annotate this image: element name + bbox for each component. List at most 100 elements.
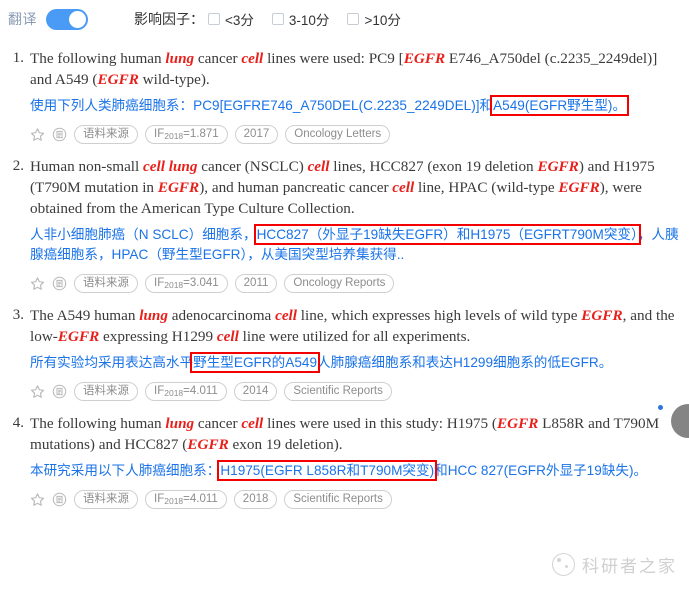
filter-label: >10分 [364,13,401,28]
result-row: 3. The A549 human lung adenocarcinoma cel… [8,305,679,401]
sentence-text: line, which expresses high levels of wil… [297,307,582,324]
source-badge[interactable]: 语料来源 [74,125,138,144]
impact-factor-badge[interactable]: IF2018=4.011 [145,490,227,509]
translation-text: 和HCC 827(EGFR外显子19缺失)。 [434,463,648,478]
sentence-text: cancer [194,415,242,432]
impact-factor-badge[interactable]: IF2018=1.871 [145,125,228,144]
source-badge[interactable]: 语料来源 [74,490,138,509]
if-value: =4.011 [183,493,218,505]
if-prefix: IF [154,493,165,505]
result-index: 3. [12,307,24,323]
star-icon[interactable] [30,492,45,507]
document-icon[interactable] [52,276,67,291]
if-value: =4.011 [183,385,218,397]
badge-row: 语料来源 IF2018=1.871 2017 Oncology Letters [30,125,679,144]
if-value: =3.041 [183,277,219,289]
checkbox-icon[interactable] [347,13,360,25]
keyword-term: EGFR [403,50,446,67]
translation-text: 人肺腺癌细胞系和表达H1299细胞系的低EGFR。 [317,355,613,370]
keyword-term: EGFR [57,328,100,345]
chinese-translation: 本研究采用以下人肺癌细胞系：H1975(EGFR L858R和T790M突变)和… [30,460,679,481]
impact-factor-badge[interactable]: IF2018=4.011 [145,382,227,401]
star-icon[interactable] [30,127,45,142]
document-icon[interactable] [52,127,67,142]
keyword-term: EGFR [157,179,200,196]
if-year: 2018 [164,388,184,398]
toggle-knob [69,10,86,28]
journal-badge[interactable]: Oncology Letters [285,125,391,144]
keyword-term: cell [307,158,330,175]
impact-factor-filters: <3分 3-10分 >10分 [208,9,419,29]
keyword-term: EGFR [97,71,139,88]
translation-text: 所有实验均采用表达高水平 [30,355,194,370]
year-badge[interactable]: 2017 [234,125,279,144]
impact-factor-badge[interactable]: IF2018=3.041 [145,274,228,293]
chinese-translation: 所有实验均采用表达高水平野生型EGFR的A549人肺腺癌细胞系和表达H1299细… [30,352,679,373]
result-row: 4. The following human lung cancer cell l… [8,413,679,509]
star-icon[interactable] [30,384,45,399]
if-year: 2018 [164,131,184,141]
impact-factor-filter-1[interactable]: <3分 [208,9,254,29]
result-index: 4. [12,415,24,431]
impact-factor-filter-3[interactable]: >10分 [347,9,401,29]
result-body: The following human lung cancer cell lin… [30,48,679,144]
filter-label: 3-10分 [288,13,330,28]
badge-row: 语料来源 IF2018=4.011 2014 Scientific Reports [30,382,679,401]
toolbar: 翻译 影响因子： <3分 3-10分 >10分 [0,0,689,38]
impact-factor-filter-2[interactable]: 3-10分 [271,9,330,29]
result-item: 3. The A549 human lung adenocarcinoma cel… [8,295,679,403]
document-icon[interactable] [52,492,67,507]
highlighted-phrase: 野生型EGFR的A549 [190,352,321,373]
document-icon[interactable] [52,384,67,399]
journal-badge[interactable]: Oncology Reports [284,274,395,293]
source-badge[interactable]: 语料来源 [74,274,138,293]
chinese-translation: 使用下列人类肺癌细胞系：PC9[EGFRE746_A750DEL(C.2235_… [30,95,679,116]
keyword-term: EGFR [496,415,539,432]
filter-label: <3分 [225,13,254,28]
if-year: 2018 [164,280,184,290]
journal-badge[interactable]: Scientific Reports [284,490,392,509]
sentence-text: Human non-small [30,158,144,175]
watermark-text: 科研者之家 [582,557,677,576]
impact-factor-label: 影响因子： [134,11,204,27]
source-badge[interactable]: 语料来源 [74,382,138,401]
year-badge[interactable]: 2011 [234,274,278,293]
keyword-term: EGFR [581,307,623,324]
highlighted-phrase: H1975(EGFR L858R和T790M突变) [217,460,438,481]
keyword-term: cell [241,415,264,432]
star-icon[interactable] [30,276,45,291]
journal-badge[interactable]: Scientific Reports [284,382,392,401]
result-index: 1. [12,50,24,66]
checkbox-icon[interactable] [271,13,284,25]
keyword-term: cell lung [143,158,198,175]
keyword-term: cell [241,50,264,67]
translation-text: 人非小细胞肺癌（N SCLC）细胞系， [30,227,257,242]
result-body: The A549 human lung adenocarcinoma cell … [30,305,679,401]
keyword-term: cell [275,307,297,324]
year-badge[interactable]: 2018 [233,490,278,509]
keyword-term: lung [165,415,195,432]
sentence-text: lines were used in this study: H1975 ( [263,415,497,432]
sentence-text: lines, HCC827 (exon 19 deletion [329,158,538,175]
sentence-text: The A549 human [30,307,140,324]
if-year: 2018 [164,496,184,506]
result-index: 2. [12,158,24,174]
result-body: The following human lung cancer cell lin… [30,413,679,509]
year-badge[interactable]: 2014 [233,382,278,401]
english-sentence: The following human lung cancer cell lin… [30,48,679,90]
keyword-term: EGFR [558,179,600,196]
result-item: 1. The following human lung cancer cell l… [8,38,679,146]
checkbox-icon[interactable] [208,13,220,25]
translate-toggle[interactable] [46,8,88,30]
chinese-translation: 人非小细胞肺癌（N SCLC）细胞系，HCC827（外显子19缺失EGFR）和H… [30,224,679,265]
badge-row: 语料来源 IF2018=3.041 2011 Oncology Reports [30,274,679,293]
result-row: 1. The following human lung cancer cell l… [8,48,679,144]
sentence-text: wild-type). [138,71,210,88]
if-value: =1.871 [183,128,219,140]
result-row: 2. Human non-small cell lung cancer (NSCL… [8,156,679,293]
sentence-text: expressing H1299 [99,328,217,345]
sentence-text: exon 19 deletion). [228,436,343,453]
keyword-term: lung [165,50,195,67]
if-prefix: IF [154,385,165,397]
if-prefix: IF [154,128,165,140]
